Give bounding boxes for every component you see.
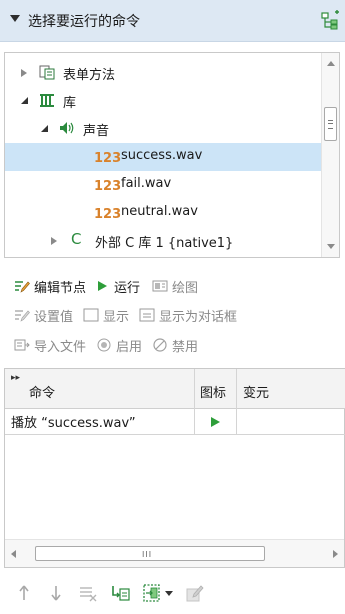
dialog-icon <box>139 308 155 322</box>
tree-item-label: fail.wav <box>121 176 172 191</box>
import-file-button[interactable]: 导入文件 <box>14 336 86 355</box>
tree-item-neutral-wav[interactable]: 123 neutral.wav <box>5 199 321 227</box>
import-file-icon <box>14 339 30 351</box>
scroll-up-icon[interactable] <box>327 61 335 66</box>
number-badge-icon: 123 <box>94 207 122 222</box>
disable-label: 禁用 <box>172 339 199 355</box>
grid-header: ▸▸ 命令 图标 变元 <box>5 369 345 409</box>
grip-icon: III <box>142 550 153 559</box>
scroll-right-icon[interactable] <box>333 550 338 558</box>
collapse-toggle-icon[interactable] <box>21 97 28 104</box>
toolbar-row-2: 设置值 显示 显示为对话框 <box>14 304 237 326</box>
tree-item-fail-wav[interactable]: 123 fail.wav <box>5 171 321 199</box>
argument-cell[interactable] <box>237 409 345 434</box>
tree-item-form-methods[interactable]: 表单方法 <box>5 59 321 87</box>
command-grid[interactable]: ▸▸ 命令 图标 变元 播放 “success.wav” III <box>4 368 345 568</box>
section-title: 选择要运行的命令 <box>28 14 140 30</box>
scroll-down-icon[interactable] <box>327 244 335 249</box>
column-header-icon[interactable]: 图标 <box>195 369 237 409</box>
tree-item-label: 表单方法 <box>63 68 116 83</box>
edit-node-icon <box>15 281 30 293</box>
tree-item-label: success.wav <box>121 148 203 163</box>
move-up-icon[interactable] <box>14 583 34 603</box>
show-label: 显示 <box>103 309 130 325</box>
tree-item-success-wav[interactable]: 123 success.wav <box>5 143 321 171</box>
number-badge-icon: 123 <box>94 179 122 194</box>
bottom-toolbar <box>14 578 205 608</box>
section-header[interactable]: 选择要运行的命令 <box>0 0 345 42</box>
icon-cell[interactable] <box>195 409 237 434</box>
library-icon <box>40 94 54 107</box>
column-header-command[interactable]: ▸▸ 命令 <box>5 369 195 409</box>
enable-button[interactable]: 启用 <box>96 336 142 355</box>
tree-item-label: 库 <box>63 96 77 111</box>
edit-icon[interactable] <box>185 583 205 603</box>
scroll-thumb[interactable]: III <box>35 546 265 561</box>
chevron-down-icon <box>165 590 173 596</box>
add-item-dropdown[interactable] <box>142 583 173 603</box>
command-tree[interactable]: 表单方法 库 声音 123 success.wav 123 fail.wav 1… <box>4 52 340 258</box>
toolbar-row-3: 导入文件 启用 禁用 <box>14 334 198 356</box>
play-icon <box>98 281 108 291</box>
move-down-icon[interactable] <box>46 583 66 603</box>
expand-toggle-icon[interactable] <box>51 237 57 245</box>
run-label: 运行 <box>114 280 141 296</box>
tree-vertical-scrollbar[interactable] <box>321 53 339 257</box>
grid-horizontal-scrollbar[interactable]: III <box>5 539 344 567</box>
toolbar-row-1: 编辑节点 运行 绘图 <box>14 275 198 297</box>
scroll-thumb[interactable] <box>324 107 337 141</box>
enable-icon <box>97 338 111 352</box>
window-icon <box>83 308 99 322</box>
c-library-icon: C <box>71 230 82 248</box>
speaker-icon <box>60 122 74 134</box>
disable-icon <box>153 338 167 352</box>
set-value-button[interactable]: 设置值 <box>14 306 73 325</box>
tree-item-label: neutral.wav <box>121 204 198 219</box>
tree-item-library[interactable]: 库 <box>5 87 321 115</box>
enable-label: 启用 <box>116 339 143 355</box>
edit-node-label: 编辑节点 <box>34 280 87 296</box>
collapse-caret-icon[interactable] <box>10 15 20 22</box>
tree-item-label: 声音 <box>83 124 110 139</box>
plot-label: 绘图 <box>172 280 199 296</box>
disable-button[interactable]: 禁用 <box>152 336 198 355</box>
show-as-dialog-button[interactable]: 显示为对话框 <box>139 306 237 325</box>
edit-node-button[interactable]: 编辑节点 <box>14 277 86 296</box>
table-row[interactable]: 播放 “success.wav” <box>5 409 345 435</box>
tree-item-external-c-library[interactable]: C 外部 C 库 1 {native1} <box>5 227 321 255</box>
plot-icon <box>152 280 168 292</box>
tree-structure-icon[interactable] <box>318 9 342 33</box>
number-badge-icon: 123 <box>94 151 122 166</box>
insert-node-icon[interactable] <box>110 583 130 603</box>
set-value-icon <box>15 310 30 322</box>
sort-arrows-icon: ▸▸ <box>11 373 21 383</box>
scroll-left-icon[interactable] <box>11 550 16 558</box>
form-methods-icon <box>39 65 55 80</box>
run-button[interactable]: 运行 <box>98 277 140 296</box>
command-cell[interactable]: 播放 “success.wav” <box>5 409 195 434</box>
import-file-label: 导入文件 <box>34 339 87 355</box>
tree-item-label: 外部 C 库 1 {native1} <box>95 236 234 251</box>
column-header-argument[interactable]: 变元 <box>237 369 345 409</box>
expand-toggle-icon[interactable] <box>21 69 27 77</box>
play-icon <box>211 416 220 427</box>
show-as-dialog-label: 显示为对话框 <box>159 309 238 325</box>
add-item-icon <box>143 584 160 602</box>
collapse-toggle-icon[interactable] <box>41 125 48 132</box>
plot-button[interactable]: 绘图 <box>152 277 198 296</box>
tree-item-sounds[interactable]: 声音 <box>5 115 321 143</box>
delete-rows-icon[interactable] <box>78 583 98 603</box>
show-button[interactable]: 显示 <box>83 306 129 325</box>
set-value-label: 设置值 <box>34 309 74 325</box>
